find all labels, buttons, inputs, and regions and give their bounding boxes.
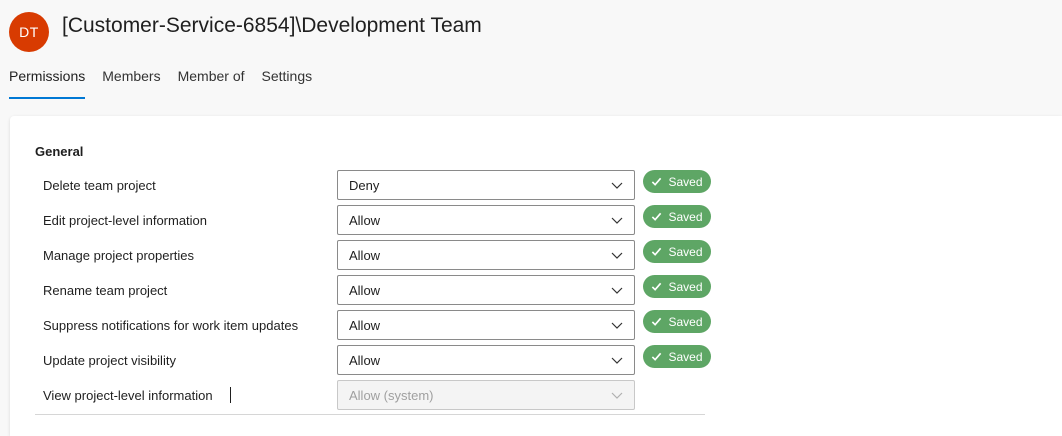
- permission-row: Rename team project Allow Saved: [35, 275, 715, 307]
- permission-dropdown-update-project-visibility[interactable]: Allow: [337, 345, 635, 375]
- permission-label: Manage project properties: [43, 248, 195, 263]
- permission-label: View project-level information: [43, 388, 213, 403]
- chevron-down-icon: [611, 182, 623, 189]
- chevron-down-icon: [611, 287, 623, 294]
- saved-badge-label: Saved: [668, 244, 703, 259]
- saved-badge: Saved: [643, 345, 711, 368]
- permission-row: Suppress notifications for work item upd…: [35, 310, 715, 342]
- permission-dropdown-manage-project-properties[interactable]: Allow: [337, 240, 635, 270]
- tab-members[interactable]: Members: [102, 66, 160, 96]
- permission-row: Edit project-level information Allow Sav…: [35, 205, 715, 237]
- dropdown-value: Deny: [349, 178, 380, 193]
- saved-badge: Saved: [643, 240, 711, 263]
- checkmark-icon: [652, 212, 662, 221]
- saved-badge-label: Saved: [668, 174, 703, 189]
- permission-dropdown-suppress-notifications[interactable]: Allow: [337, 310, 635, 340]
- chevron-down-icon: [611, 322, 623, 329]
- chevron-down-icon: [611, 217, 623, 224]
- permission-label: Update project visibility: [43, 353, 176, 368]
- chevron-down-icon: [611, 392, 623, 399]
- tab-permissions[interactable]: Permissions: [9, 66, 86, 99]
- permission-dropdown-edit-project-level-information[interactable]: Allow: [337, 205, 635, 235]
- tab-bar: Permissions Members Member of Settings: [9, 66, 329, 100]
- chevron-down-icon: [611, 252, 623, 259]
- permission-label: Delete team project: [43, 178, 156, 193]
- checkmark-icon: [652, 247, 662, 256]
- page-title: [Customer-Service-6854]\Development Team: [62, 14, 482, 37]
- page-header: DT [Customer-Service-6854]\Development T…: [0, 0, 1062, 115]
- dropdown-value: Allow (system): [349, 388, 434, 403]
- permission-dropdown-view-project-level-information: Allow (system): [337, 380, 635, 410]
- dropdown-value: Allow: [349, 353, 381, 368]
- text-cursor: [230, 387, 231, 403]
- permission-label: Edit project-level information: [43, 213, 208, 228]
- dropdown-value: Allow: [349, 213, 381, 228]
- saved-badge-label: Saved: [668, 314, 703, 329]
- permissions-card: General Delete team project Deny Saved E…: [10, 116, 1062, 436]
- saved-badge-label: Saved: [668, 209, 703, 224]
- checkmark-icon: [652, 352, 662, 361]
- saved-badge: Saved: [643, 170, 711, 193]
- permission-row: View project-level information Allow (sy…: [35, 380, 715, 412]
- section-divider: [35, 414, 705, 415]
- chevron-down-icon: [611, 357, 623, 364]
- dropdown-value: Allow: [349, 248, 381, 263]
- section-title-general: General: [35, 144, 84, 159]
- saved-badge-label: Saved: [668, 279, 703, 294]
- saved-badge: Saved: [643, 310, 711, 333]
- permission-row: Manage project properties Allow Saved: [35, 240, 715, 272]
- permission-row: Update project visibility Allow Saved: [35, 345, 715, 377]
- saved-badge-label: Saved: [668, 349, 703, 364]
- saved-badge: Saved: [643, 275, 711, 298]
- dropdown-value: Allow: [349, 318, 381, 333]
- checkmark-icon: [652, 177, 662, 186]
- saved-badge: Saved: [643, 205, 711, 228]
- permission-dropdown-rename-team-project[interactable]: Allow: [337, 275, 635, 305]
- checkmark-icon: [652, 317, 662, 326]
- permission-label: Suppress notifications for work item upd…: [43, 318, 299, 333]
- tab-settings[interactable]: Settings: [262, 66, 313, 96]
- tab-member-of[interactable]: Member of: [178, 66, 245, 96]
- dropdown-value: Allow: [349, 283, 381, 298]
- permission-dropdown-delete-team-project[interactable]: Deny: [337, 170, 635, 200]
- permission-label: Rename team project: [43, 283, 168, 298]
- checkmark-icon: [652, 282, 662, 291]
- permission-row: Delete team project Deny Saved: [35, 170, 715, 202]
- team-avatar: DT: [9, 12, 49, 52]
